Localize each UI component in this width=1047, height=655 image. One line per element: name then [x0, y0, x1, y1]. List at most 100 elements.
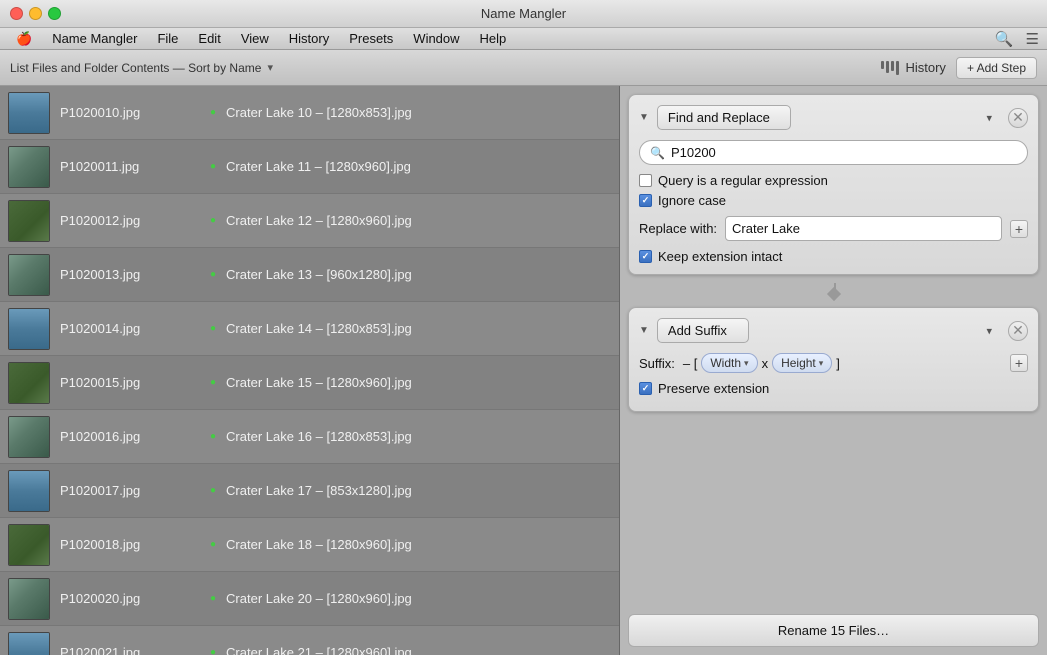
toolbar-dropdown-arrow[interactable]: ▾ [267, 61, 273, 74]
preserve-ext-checkbox[interactable] [639, 382, 652, 395]
file-row[interactable]: P1020013.jpg●Crater Lake 13 – [960x1280]… [0, 248, 619, 302]
file-row[interactable]: P1020020.jpg●Crater Lake 20 – [1280x960]… [0, 572, 619, 626]
menu-bar: 🍎 Name Mangler File Edit View History Pr… [0, 28, 1047, 50]
file-row[interactable]: P1020011.jpg●Crater Lake 11 – [1280x960]… [0, 140, 619, 194]
file-thumbnail [8, 632, 50, 655]
menu-view[interactable]: View [233, 29, 277, 48]
rename-button[interactable]: Rename 15 Files… [628, 614, 1039, 647]
replace-input[interactable] [732, 221, 995, 236]
file-row[interactable]: P1020018.jpg●Crater Lake 18 – [1280x960]… [0, 518, 619, 572]
menu-appname[interactable]: Name Mangler [44, 29, 145, 48]
title-bar: Name Mangler [0, 0, 1047, 28]
file-result-name: Crater Lake 14 – [1280x853].jpg [226, 321, 412, 336]
file-thumbnail [8, 308, 50, 350]
file-row[interactable]: P1020015.jpg●Crater Lake 15 – [1280x960]… [0, 356, 619, 410]
history-section: History [881, 60, 945, 75]
traffic-lights[interactable] [10, 7, 61, 20]
toolbar-left: List Files and Folder Contents — Sort by… [10, 61, 873, 75]
panel-spacer [628, 420, 1039, 606]
file-result-name: Crater Lake 21 – [1280x960].jpg [226, 645, 412, 655]
maximize-button[interactable] [48, 7, 61, 20]
file-row[interactable]: P1020016.jpg●Crater Lake 16 – [1280x853]… [0, 410, 619, 464]
list-icon[interactable]: ☰ [1026, 30, 1039, 48]
query-regex-label: Query is a regular expression [658, 173, 828, 188]
step-connector [628, 283, 1039, 299]
connector-diamond [826, 287, 840, 301]
step2-close-button[interactable]: ✕ [1008, 321, 1028, 341]
suffix-value: – [ Width ▾ x Height ▾ ] [683, 353, 1002, 373]
step1-toggle[interactable]: ▼ [639, 112, 649, 123]
suffix-plus-button[interactable]: + [1010, 354, 1028, 372]
keep-ext-row: Keep extension intact [639, 249, 1028, 264]
replace-label: Replace with: [639, 221, 717, 236]
file-original-name: P1020012.jpg [60, 213, 200, 228]
history-label: History [905, 60, 945, 75]
file-thumbnail [8, 92, 50, 134]
main-layout: P1020010.jpg●Crater Lake 10 – [1280x853]… [0, 86, 1047, 655]
replace-row: Replace with: + [639, 216, 1028, 241]
width-token-arrow: ▾ [744, 358, 749, 369]
suffix-row: Suffix: – [ Width ▾ x Height ▾ ] + [639, 353, 1028, 373]
step2-toggle[interactable]: ▼ [639, 325, 649, 336]
file-original-name: P1020015.jpg [60, 375, 200, 390]
file-arrow-icon: ● [210, 539, 216, 550]
toolbar-list-label: List Files and Folder Contents — Sort by… [10, 61, 261, 75]
width-token-button[interactable]: Width ▾ [701, 353, 757, 373]
menu-history[interactable]: History [281, 29, 337, 48]
file-row[interactable]: P1020012.jpg ● Crater Lake 12 – [1280x960]… [0, 194, 619, 248]
height-token-label: Height [781, 356, 816, 370]
suffix-prefix-text: – [ [683, 356, 697, 371]
menu-file[interactable]: File [149, 29, 186, 48]
file-row[interactable]: P1020014.jpg●Crater Lake 14 – [1280x853]… [0, 302, 619, 356]
ignore-case-row: Ignore case [639, 193, 1028, 208]
file-original-name: P1020017.jpg [60, 483, 200, 498]
file-original-name: P1020020.jpg [60, 591, 200, 606]
file-list: P1020010.jpg●Crater Lake 10 – [1280x853]… [0, 86, 620, 655]
step1-header: ▼ Find and Replace ✕ [639, 105, 1028, 130]
height-token-arrow: ▾ [819, 358, 824, 369]
step2-type-select[interactable]: Add Suffix [657, 318, 749, 343]
close-button[interactable] [10, 7, 23, 20]
file-thumbnail [8, 362, 50, 404]
menu-apple[interactable]: 🍎 [8, 29, 40, 49]
height-token-button[interactable]: Height ▾ [772, 353, 832, 373]
step2-header: ▼ Add Suffix ✕ [639, 318, 1028, 343]
suffix-suffix-text: ] [836, 356, 840, 371]
replace-plus-button[interactable]: + [1010, 220, 1028, 238]
file-row[interactable]: P1020010.jpg●Crater Lake 10 – [1280x853]… [0, 86, 619, 140]
query-regex-checkbox[interactable] [639, 174, 652, 187]
ignore-case-checkbox[interactable] [639, 194, 652, 207]
file-result-name: Crater Lake 15 – [1280x960].jpg [226, 375, 412, 390]
window-title: Name Mangler [481, 6, 566, 21]
file-thumbnail [8, 470, 50, 512]
menu-presets[interactable]: Presets [341, 29, 401, 48]
replace-input-wrapper [725, 216, 1002, 241]
file-thumbnail [8, 578, 50, 620]
menu-help[interactable]: Help [472, 29, 515, 48]
file-result-name: Crater Lake 16 – [1280x853].jpg [226, 429, 412, 444]
file-result-name: Crater Lake 20 – [1280x960].jpg [226, 591, 412, 606]
file-result-name: Crater Lake 17 – [853x1280].jpg [226, 483, 412, 498]
file-result-name: Crater Lake 12 – [1280x960].jpg [226, 213, 412, 228]
step1-type-select[interactable]: Find and Replace [657, 105, 791, 130]
file-result-name: Crater Lake 13 – [960x1280].jpg [226, 267, 412, 282]
file-arrow-icon: ● [210, 161, 216, 172]
minimize-button[interactable] [29, 7, 42, 20]
menu-edit[interactable]: Edit [190, 29, 228, 48]
file-original-name: P1020014.jpg [60, 321, 200, 336]
preserve-ext-label: Preserve extension [658, 381, 769, 396]
keep-ext-checkbox[interactable] [639, 250, 652, 263]
menu-window[interactable]: Window [405, 29, 467, 48]
search-icon[interactable]: 🔍 [995, 30, 1014, 48]
file-row[interactable]: P1020017.jpg●Crater Lake 17 – [853x1280]… [0, 464, 619, 518]
search-input[interactable] [671, 145, 1017, 160]
file-thumbnail [8, 254, 50, 296]
file-original-name: P1020010.jpg [60, 105, 200, 120]
file-arrow-icon: ● [210, 215, 216, 226]
file-thumbnail [8, 524, 50, 566]
add-step-button[interactable]: + Add Step [956, 57, 1037, 79]
step1-close-button[interactable]: ✕ [1008, 108, 1028, 128]
file-row[interactable]: P1020021.jpg●Crater Lake 21 – [1280x960]… [0, 626, 619, 655]
preserve-ext-row: Preserve extension [639, 381, 1028, 396]
file-original-name: P1020021.jpg [60, 645, 200, 655]
